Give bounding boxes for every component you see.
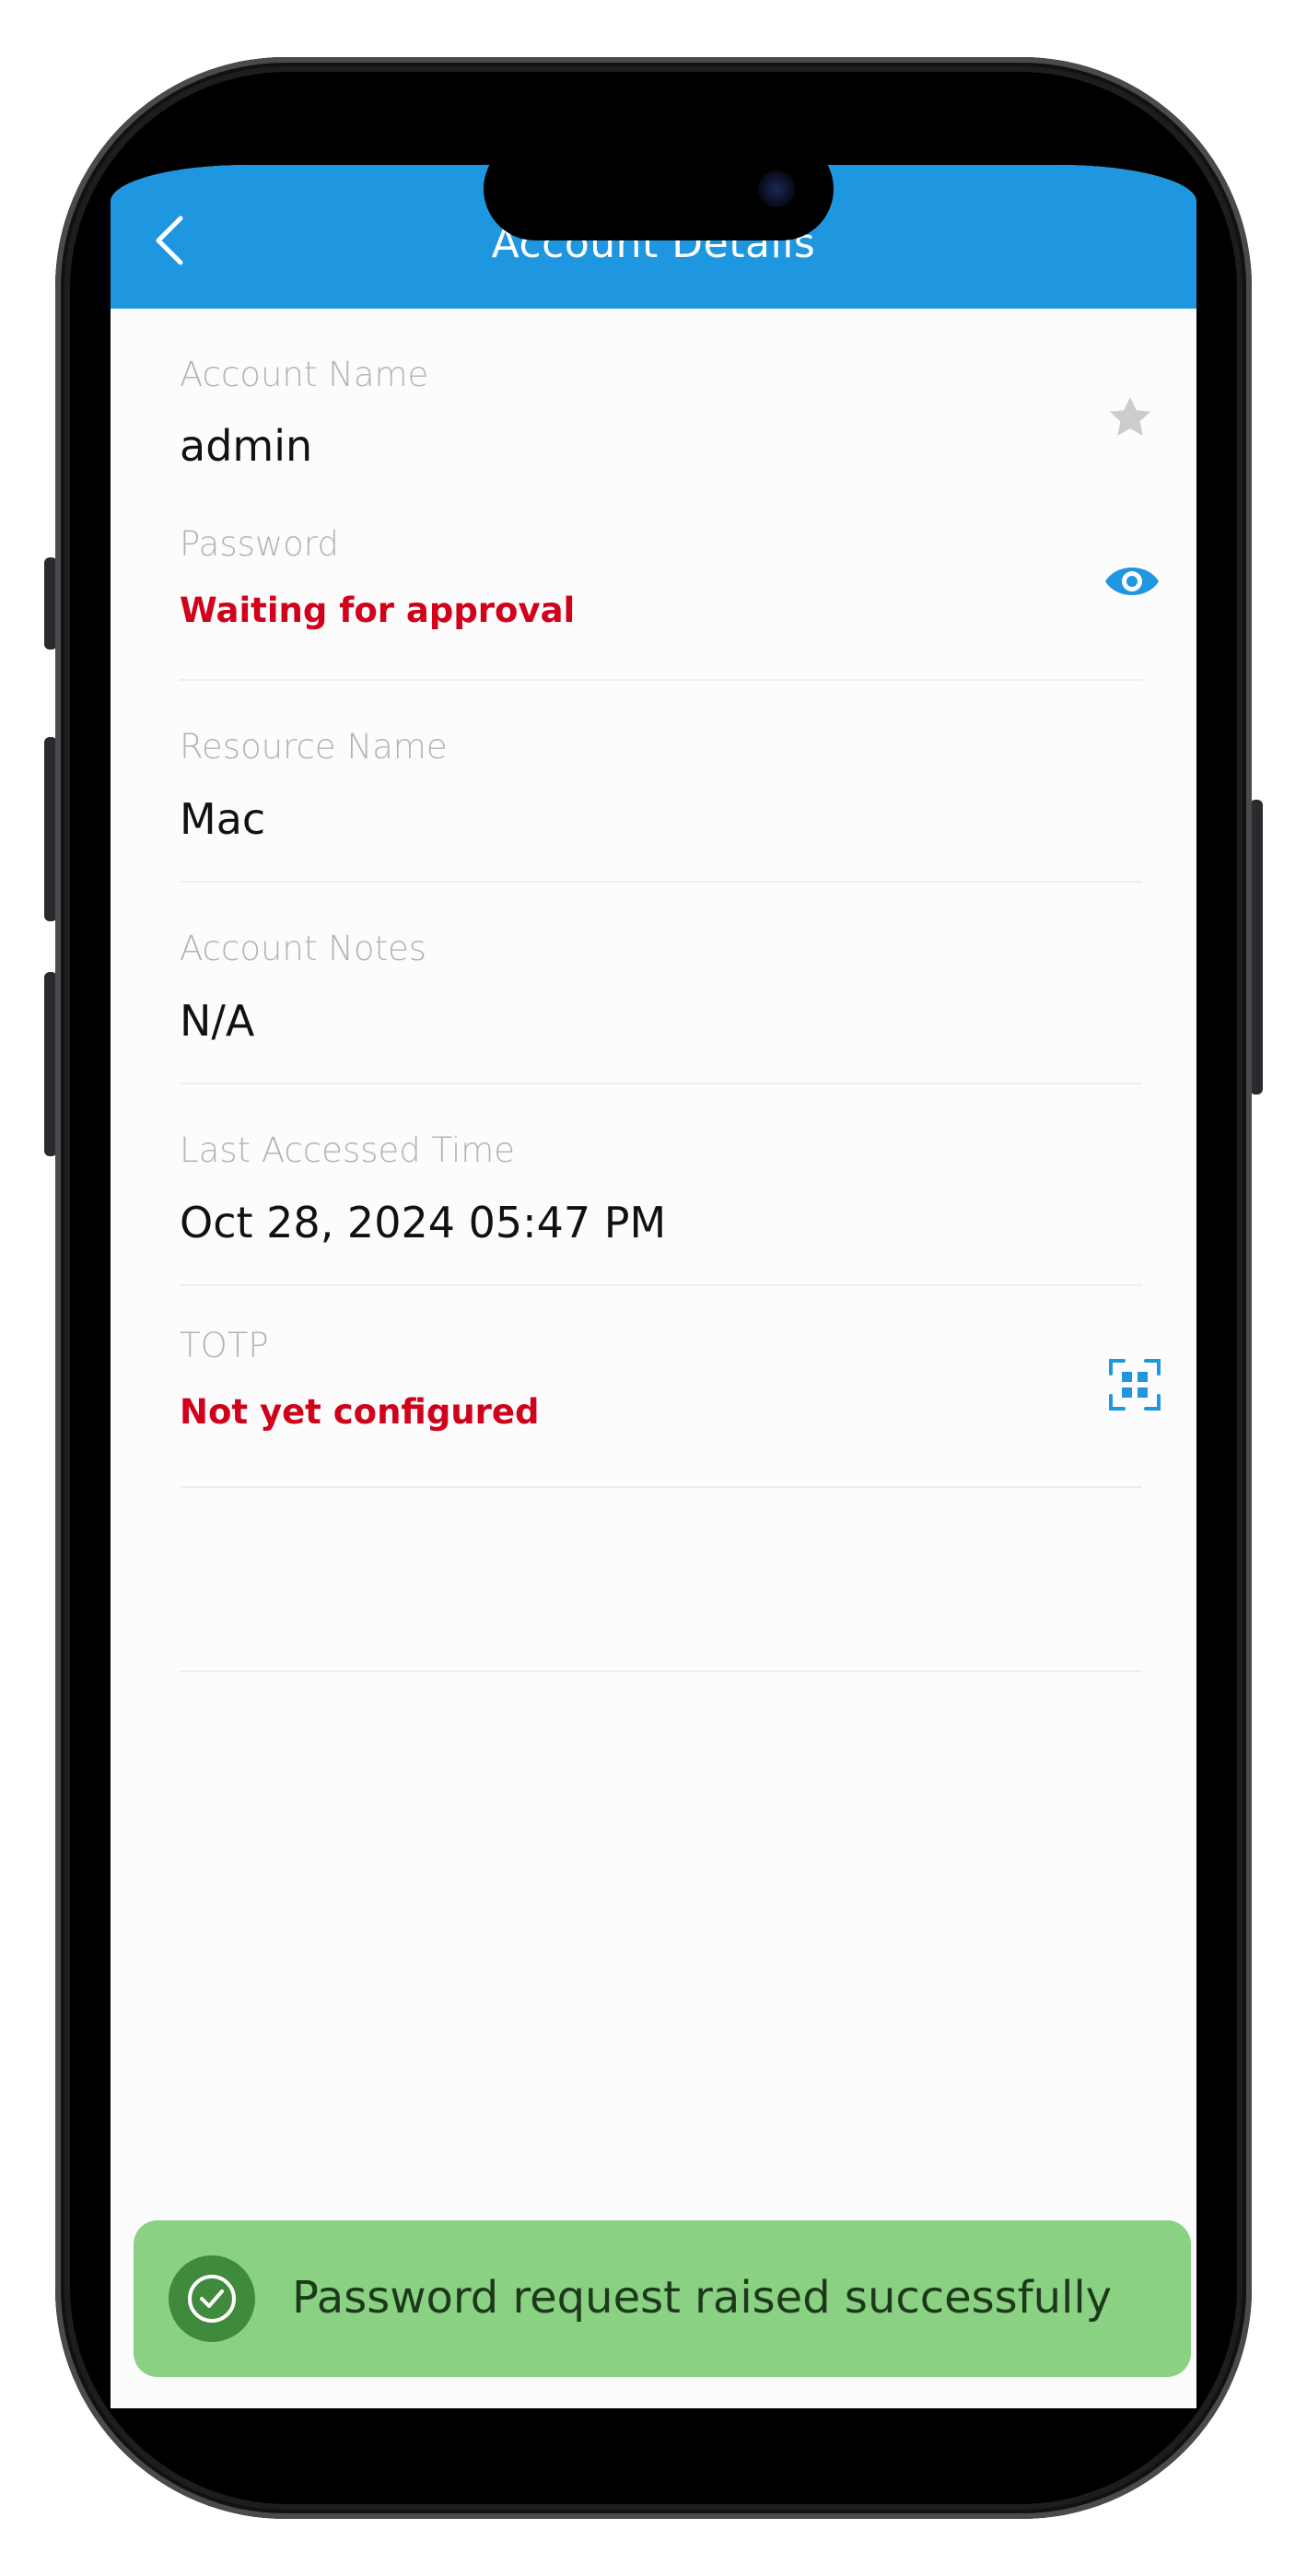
detail-row-last-accessed: Last Accessed Time Oct 28, 2024 05:47 PM [180,1130,1142,1488]
star-icon [1109,396,1151,436]
account-notes-value: N/A [180,996,255,1046]
success-toast: Password request raised successfully [134,2220,1191,2377]
account-name-label: Account Name [180,355,429,394]
toast-message: Password request raised successfully [292,2272,1113,2324]
configure-totp-button[interactable] [1107,1357,1162,1416]
password-label: Password [180,524,339,564]
resource-name-value: Mac [180,794,266,844]
detail-row-password: Password Waiting for approval [180,524,1159,883]
eye-icon [1105,568,1159,595]
app-screen: Account Details Account Name admin Passw… [111,165,1196,2408]
password-status: Waiting for approval [180,591,576,630]
favorite-button[interactable] [1104,392,1156,447]
dynamic-island [484,165,834,240]
totp-status: Not yet configured [180,1392,540,1432]
toast-icon-badge [169,2255,255,2342]
detail-row-totp: TOTP Not yet configured [180,1326,1161,1672]
account-notes-label: Account Notes [180,929,427,968]
resource-name-label: Resource Name [180,727,448,767]
power-button [1250,800,1263,1095]
view-password-button[interactable] [1103,561,1161,605]
qr-scan-icon [1109,1359,1161,1411]
totp-label: TOTP [180,1326,269,1365]
last-accessed-value: Oct 28, 2024 05:47 PM [180,1198,667,1247]
last-accessed-label: Last Accessed Time [180,1130,516,1170]
check-circle-icon [188,2275,236,2323]
detail-row-account-notes: Account Notes N/A [180,929,1142,1286]
front-camera [758,170,795,207]
account-name-value: admin [180,421,313,471]
detail-row-resource-name: Resource Name Mac [180,727,1142,1084]
